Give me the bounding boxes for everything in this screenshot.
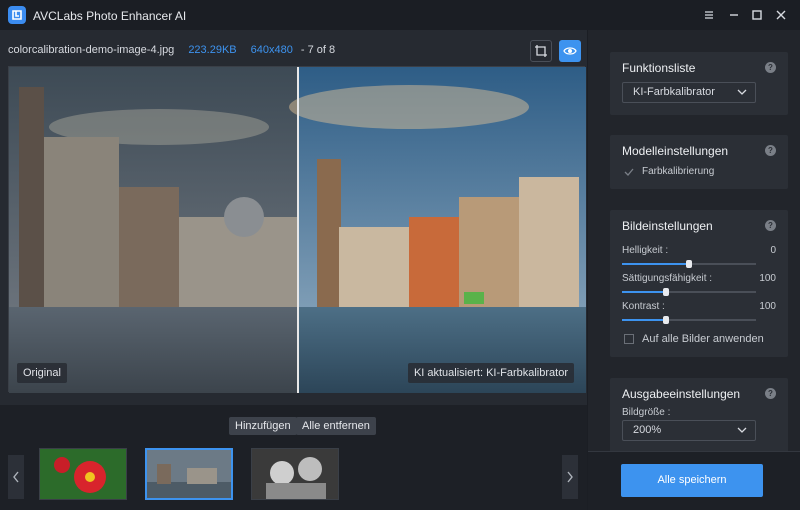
save-all-button[interactable]: Alle speichern [621,464,763,497]
app-title: AVCLabs Photo Enhancer AI [33,9,187,23]
ai-result-label: KI aktualisiert: KI-Farbkalibrator [407,363,574,383]
saturation-fill [622,291,667,293]
function-list-panel: Funktionsliste ? KI-Farbkalibrator [610,52,788,115]
thumbs-prev-button[interactable] [8,455,24,499]
thumbnail-portrait[interactable] [251,448,339,500]
help-icon[interactable]: ? [765,220,776,231]
image-size-value: 200% [633,424,662,436]
chevron-down-icon [737,427,747,433]
panel-title-functions: Funktionsliste [622,61,696,75]
eye-icon [563,47,577,55]
crop-icon [535,45,547,57]
add-button[interactable]: Hinzufügen [229,417,297,435]
menu-icon[interactable] [702,8,716,22]
apply-all-label: Auf alle Bilder anwenden [642,333,764,345]
file-dimensions: 640x480 [250,44,293,56]
file-info: colorcalibration-demo-image-4.jpg 223.29… [8,44,335,56]
close-icon[interactable] [774,8,788,22]
panel-title-model: Modelleinstellungen [622,144,729,158]
model-option-label: Farbkalibrierung [642,166,715,177]
image-preview[interactable]: Original KI aktualisiert: KI-Farbkalibra… [8,66,586,393]
crop-button[interactable] [530,40,552,62]
chevron-right-icon [567,471,573,483]
contrast-value: 100 [759,301,776,312]
remove-all-button[interactable]: Alle entfernen [296,417,376,435]
help-icon[interactable]: ? [765,388,776,399]
saturation-label: Sättigungsfähigkeit : [622,273,713,284]
help-icon[interactable]: ? [765,145,776,156]
brightness-knob[interactable] [686,260,692,268]
panel-title-output: Ausgabeeinstellungen [622,387,741,401]
file-position: - 7 of 8 [300,44,336,56]
brightness-fill [622,263,689,265]
title-bar: AVCLabs Photo Enhancer AI [0,0,800,30]
contrast-fill [622,319,667,321]
image-settings-panel: Bildeinstellungen ? Helligkeit : 0 Sätti… [610,210,788,357]
contrast-slider[interactable] [622,316,756,324]
compare-divider-handle[interactable] [297,67,299,393]
saturation-value: 100 [759,273,776,284]
brightness-label: Helligkeit : [622,245,669,256]
file-name: colorcalibration-demo-image-4.jpg [8,44,175,56]
original-label: Original [17,363,67,383]
apply-all-row[interactable]: Auf alle Bilder anwenden [624,333,764,345]
chevron-down-icon [737,89,747,95]
minimize-icon[interactable] [727,8,741,22]
model-option-row[interactable]: Farbkalibrierung [624,166,714,177]
contrast-knob[interactable] [663,316,670,324]
thumbs-next-button[interactable] [562,455,578,499]
check-icon [624,168,634,176]
chevron-left-icon [13,471,19,483]
function-select-value: KI-Farbkalibrator [633,86,715,98]
model-settings-panel: Modelleinstellungen ? Farbkalibrierung [610,135,788,189]
apply-all-checkbox[interactable] [624,334,634,344]
brightness-slider[interactable] [622,260,756,268]
image-size-select[interactable]: 200% [622,420,756,441]
contrast-label: Kontrast : [622,301,665,312]
thumbnail-flower[interactable] [39,448,127,500]
saturation-slider[interactable] [622,288,756,296]
save-area: Alle speichern [588,451,800,510]
help-icon[interactable]: ? [765,62,776,73]
brightness-value: 0 [770,245,776,256]
panel-title-image: Bildeinstellungen [622,219,713,233]
thumbnail-venice[interactable] [145,448,233,500]
workspace: colorcalibration-demo-image-4.jpg 223.29… [0,30,587,510]
function-select[interactable]: KI-Farbkalibrator [622,82,756,103]
file-size: 223.29KB [188,44,237,56]
app-logo-icon [8,6,26,24]
image-size-label: Bildgröße : [622,407,671,418]
compare-button[interactable] [559,40,581,62]
saturation-knob[interactable] [663,288,670,296]
settings-sidebar: Funktionsliste ? KI-Farbkalibrator Model… [588,30,800,510]
thumbnail-strip: Hinzufügen Alle entfernen [0,405,587,510]
maximize-icon[interactable] [750,8,764,22]
